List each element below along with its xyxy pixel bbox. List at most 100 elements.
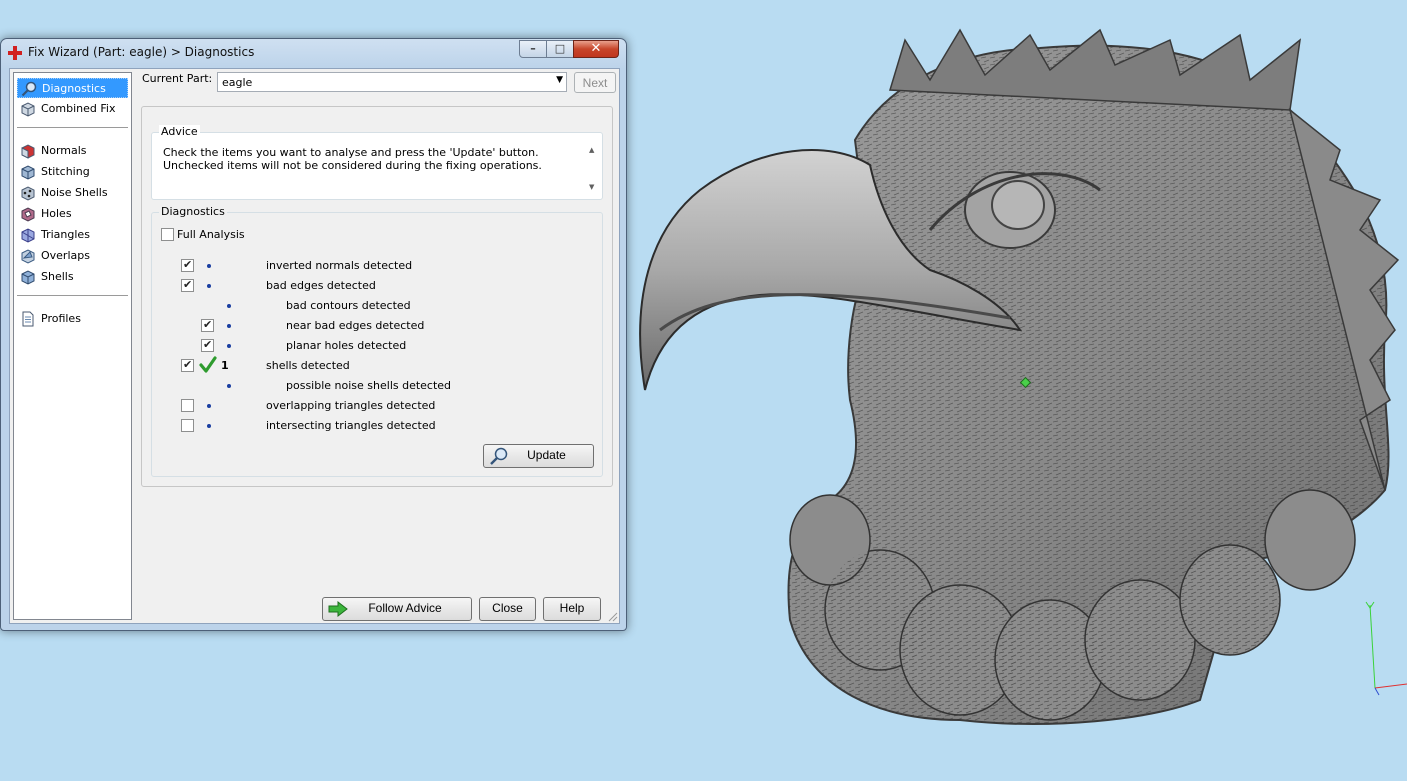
- diagnostic-label: planar holes detected: [286, 339, 407, 352]
- close-window-button[interactable]: ✕: [573, 40, 619, 58]
- magnifier-icon: [21, 81, 37, 97]
- scroll-up-icon[interactable]: ▲: [589, 146, 594, 154]
- follow-advice-button[interactable]: Follow Advice: [322, 597, 472, 621]
- update-button[interactable]: Update: [483, 444, 594, 468]
- scroll-down-icon[interactable]: ▼: [589, 183, 594, 191]
- nav-item-stitching[interactable]: Stitching: [17, 162, 128, 182]
- nav-item-profiles[interactable]: Profiles: [17, 309, 128, 329]
- diagnostic-row: ✔ near bad edges detected: [152, 316, 602, 336]
- diagnostic-checkbox[interactable]: ✔: [181, 278, 194, 292]
- diagnostic-label: bad edges detected: [266, 279, 376, 292]
- diagnostic-label: inverted normals detected: [266, 259, 413, 272]
- status-bullet-icon: [207, 284, 211, 288]
- current-part-label: Current Part:: [142, 72, 213, 85]
- nav-item-label: Triangles: [41, 228, 90, 241]
- title-bar[interactable]: Fix Wizard (Part: eagle) > Diagnostics –…: [1, 39, 626, 67]
- diagnostics-page: Advice Check the items you want to analy…: [141, 106, 613, 487]
- checkmark-icon: ✔: [183, 358, 193, 371]
- help-button-label: Help: [559, 601, 585, 615]
- diagnostic-checkbox[interactable]: [181, 399, 194, 412]
- diagnostic-checkbox[interactable]: ✔: [181, 258, 194, 272]
- nav-item-triangles[interactable]: Triangles: [17, 225, 128, 245]
- nav-item-diagnostics[interactable]: Diagnostics: [17, 78, 128, 98]
- status-bullet-icon: [227, 324, 231, 328]
- update-button-label: Update: [527, 448, 566, 462]
- maximize-icon: □: [554, 42, 566, 55]
- diagnostic-row: ✔ bad edges detected: [152, 276, 602, 296]
- diagnostic-row: intersecting triangles detected: [152, 416, 602, 436]
- window-title: Fix Wizard (Part: eagle) > Diagnostics: [28, 45, 255, 59]
- nav-divider: [17, 127, 128, 128]
- diagnostic-count: 1: [221, 359, 229, 372]
- nav-item-label: Profiles: [41, 312, 81, 325]
- advice-title: Advice: [159, 125, 200, 138]
- minimize-button[interactable]: –: [519, 40, 547, 58]
- nav-item-label: Noise Shells: [41, 186, 108, 199]
- diagnostic-row: ✔ 1 shells detected: [152, 356, 602, 376]
- stitching-icon: [21, 165, 35, 180]
- diagnostic-label: bad contours detected: [286, 299, 411, 312]
- diagnostic-checkbox[interactable]: ✔: [181, 358, 194, 372]
- nav-item-noise-shells[interactable]: Noise Shells: [17, 183, 128, 203]
- nav-item-holes[interactable]: Holes: [17, 204, 128, 224]
- status-bullet-icon: [207, 404, 211, 408]
- full-analysis-checkbox[interactable]: [161, 228, 174, 241]
- maximize-button[interactable]: □: [546, 40, 574, 58]
- diagnostic-checkbox[interactable]: ✔: [201, 318, 214, 332]
- help-button[interactable]: Help: [543, 597, 601, 621]
- nav-item-label: Combined Fix: [41, 102, 116, 115]
- follow-advice-label: Follow Advice: [368, 601, 442, 615]
- document-icon: [22, 311, 34, 327]
- next-button[interactable]: Next: [574, 72, 616, 93]
- checkmark-icon: ✔: [203, 338, 213, 351]
- resize-grip-icon[interactable]: [606, 610, 618, 622]
- wizard-client-area: Diagnostics Combined Fix Normals Stitchi…: [9, 68, 620, 624]
- diagnostic-label: overlapping triangles detected: [266, 399, 436, 412]
- nav-item-label: Stitching: [41, 165, 90, 178]
- chevron-down-icon: ▼: [556, 75, 563, 85]
- nav-item-normals[interactable]: Normals: [17, 141, 128, 161]
- diagnostic-label: near bad edges detected: [286, 319, 425, 332]
- status-bullet-icon: [207, 264, 211, 268]
- nav-item-overlaps[interactable]: Overlaps: [17, 246, 128, 266]
- current-part-select[interactable]: eagle ▼: [217, 72, 567, 92]
- triangles-icon: [21, 228, 35, 243]
- fix-wizard-window: Fix Wizard (Part: eagle) > Diagnostics –…: [0, 38, 627, 631]
- status-bullet-icon: [227, 304, 231, 308]
- status-bullet-icon: [227, 344, 231, 348]
- diagnostic-label: possible noise shells detected: [286, 379, 452, 392]
- advice-group: Advice Check the items you want to analy…: [151, 125, 603, 200]
- diagnostic-row: ✔ inverted normals detected: [152, 256, 602, 276]
- shells-icon: [21, 270, 35, 285]
- status-bullet-icon: [227, 384, 231, 388]
- advice-scrollbar[interactable]: ▲ ▼: [587, 146, 601, 191]
- close-button[interactable]: Close: [479, 597, 536, 621]
- diagnostic-row: overlapping triangles detected: [152, 396, 602, 416]
- nav-divider: [17, 295, 128, 296]
- checkmark-icon: ✔: [203, 318, 213, 331]
- wizard-navigation: Diagnostics Combined Fix Normals Stitchi…: [13, 72, 132, 620]
- diagnostic-checkbox[interactable]: ✔: [201, 338, 214, 352]
- minimize-icon: –: [530, 42, 536, 55]
- nav-item-label: Normals: [41, 144, 87, 157]
- nav-item-label: Overlaps: [41, 249, 90, 262]
- checkmark-icon: ✔: [183, 258, 193, 271]
- noise-shells-icon: [21, 186, 35, 201]
- diagnostic-row: possible noise shells detected: [152, 376, 602, 396]
- close-icon: ✕: [590, 41, 602, 56]
- nav-item-combined-fix[interactable]: Combined Fix: [17, 99, 128, 119]
- diagnostics-title: Diagnostics: [159, 205, 227, 218]
- nav-item-label: Diagnostics: [42, 82, 106, 95]
- checkmark-icon: ✔: [183, 278, 193, 291]
- status-bullet-icon: [207, 424, 211, 428]
- nav-item-shells[interactable]: Shells: [17, 267, 128, 287]
- green-check-icon: [199, 356, 217, 373]
- holes-icon: [21, 207, 35, 222]
- diagnostics-group: Diagnostics Full Analysis ✔ inverted norm…: [151, 205, 603, 477]
- cube-icon: [21, 102, 35, 117]
- diagnostic-label: shells detected: [266, 359, 350, 372]
- diagnostic-checkbox[interactable]: [181, 419, 194, 432]
- nav-item-label: Holes: [41, 207, 72, 220]
- full-analysis-label: Full Analysis: [177, 228, 245, 241]
- diagnostic-row: ✔ planar holes detected: [152, 336, 602, 356]
